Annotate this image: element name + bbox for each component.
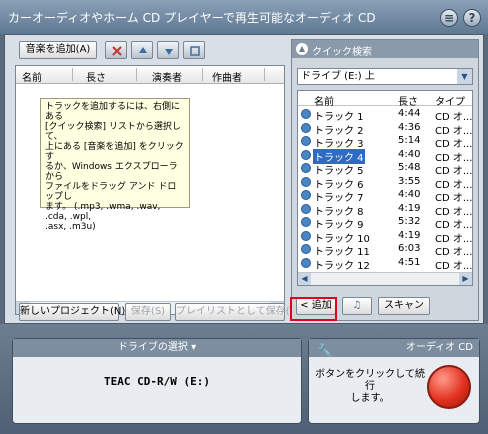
track-type: CD オ...	[435, 260, 473, 272]
cd-track-icon	[301, 176, 311, 187]
cd-track-icon	[301, 257, 311, 268]
add-tracks-hint: トラックを追加するには、右側にある [クイック検索] リストから選択して、 上に…	[40, 98, 190, 232]
column-name[interactable]: 名前	[313, 93, 335, 108]
drive-select-title: ドライブの選択	[117, 342, 188, 353]
track-length: 5:48	[398, 162, 421, 173]
column-type[interactable]: タイプ	[435, 93, 465, 108]
chevron-down-icon[interactable]: ▼	[457, 69, 472, 84]
cd-track-icon	[301, 122, 311, 133]
track-length: 3:55	[398, 175, 421, 187]
drive-name: TEAC CD-R/W (E:)	[104, 375, 210, 388]
project-track-list[interactable]: 名前 長さ 演奏者 作曲者 トラックを追加するには、右側にある [クイック検索]…	[15, 65, 285, 315]
scroll-left-icon[interactable]: ◀	[298, 273, 311, 285]
help-icon[interactable]: ?	[463, 9, 481, 27]
wrench-icon[interactable]: 🔧	[317, 341, 332, 359]
burn-panel: 🔧 オーディオ CD ボタンをクリックして続行 します。	[308, 338, 480, 424]
track-row[interactable]: トラック 11 6:03 CD オ...	[298, 243, 472, 258]
cd-track-icon	[301, 244, 311, 254]
column-length[interactable]: 長さ	[86, 69, 106, 84]
column-name[interactable]: 名前	[22, 69, 42, 84]
move-down-icon[interactable]	[157, 41, 179, 59]
new-project-button[interactable]: 新しいプロジェクト(N)	[19, 303, 125, 321]
track-length: 6:03	[398, 243, 421, 254]
column-separator	[202, 68, 203, 81]
burn-hint: ボタンをクリックして続行 します。	[315, 369, 425, 404]
track-row[interactable]: トラック 12 4:51 CD オ...	[298, 256, 473, 272]
add-music-button[interactable]: 音楽を追加(A)	[19, 41, 97, 59]
track-length: 4:51	[398, 256, 421, 268]
track-row[interactable]: トラック 6 3:55 CD オ...	[298, 175, 472, 191]
column-composer[interactable]: 作曲者	[212, 69, 242, 84]
track-list-scrollbar[interactable]: ◀ ▶	[298, 272, 472, 285]
burn-title: オーディオ CD	[405, 342, 473, 353]
column-length[interactable]: 長さ	[398, 93, 418, 108]
start-burn-button[interactable]	[427, 365, 471, 409]
burn-header: 🔧 オーディオ CD	[309, 339, 479, 357]
add-button-highlight	[290, 297, 337, 321]
track-length: 4:44	[398, 108, 421, 119]
cd-track-icon	[301, 149, 311, 160]
track-list-header: 名前 長さ タイプ	[298, 91, 472, 108]
quick-search-track-list[interactable]: 名前 長さ タイプ トラック 1 4:44 CD オ... トラック 2 4:36 CD …	[297, 90, 473, 286]
window-title: カーオーディオやホーム CD プレイヤーで再生可能なオーディオ CD	[8, 11, 376, 25]
track-row[interactable]: トラック 8 4:19 CD オ...	[298, 202, 472, 218]
save-as-playlist-button[interactable]: プレイリストとして保存(E)	[175, 303, 300, 321]
track-name: トラック 12	[314, 260, 370, 272]
chevron-down-icon: ▾	[191, 342, 197, 353]
track-length: 4:19	[398, 202, 421, 214]
track-length: 5:14	[398, 135, 421, 146]
drive-select-header[interactable]: ドライブの選択 ▾	[13, 339, 301, 357]
cd-track-icon	[301, 203, 311, 214]
main-panel: 音楽を追加(A) 名前 長さ 演奏者 作曲者 トラックを追加するには、右側にある…	[4, 34, 484, 324]
drive-select-value: ドライブ (E:) 上	[301, 71, 375, 82]
track-row[interactable]: トラック 1 4:44 CD オ...	[298, 108, 472, 123]
column-separator	[72, 68, 73, 81]
quick-search-panel: ▲ クイック検索 ドライブ (E:) 上 ▼ 名前 長さ タイプ トラック 14…	[291, 39, 479, 321]
drive-panel: ドライブの選択 ▾ TEAC CD-R/W (E:)	[12, 338, 302, 424]
remove-icon[interactable]	[105, 41, 127, 59]
scan-button[interactable]: スキャン	[378, 297, 430, 315]
quick-search-title: クイック検索	[312, 47, 372, 58]
track-row[interactable]: トラック 4 4:40 CD オ...	[298, 148, 472, 164]
track-row[interactable]: トラック 3 5:14 CD オ...	[298, 135, 472, 150]
track-length: 4:40	[398, 148, 421, 160]
cd-track-icon	[301, 217, 311, 227]
drive-select[interactable]: ドライブ (E:) 上 ▼	[297, 68, 473, 85]
quick-search-header: ▲ クイック検索	[292, 40, 478, 58]
track-length: 4:19	[398, 229, 421, 241]
cd-track-icon	[301, 230, 311, 241]
cd-track-icon	[301, 109, 311, 119]
scroll-right-icon[interactable]: ▶	[459, 273, 472, 285]
save-button[interactable]: 保存(S)	[125, 303, 171, 321]
track-row[interactable]: トラック 5 5:48 CD オ...	[298, 162, 472, 177]
track-row[interactable]: トラック 7 4:40 CD オ...	[298, 189, 472, 204]
track-row[interactable]: トラック 10 4:19 CD オ...	[298, 229, 472, 245]
properties-icon[interactable]	[183, 41, 205, 59]
column-separator	[136, 68, 137, 81]
track-row[interactable]: トラック 2 4:36 CD オ...	[298, 121, 472, 137]
collapse-icon[interactable]: ▲	[296, 43, 308, 55]
track-row[interactable]: トラック 9 5:32 CD オ...	[298, 216, 472, 231]
cd-track-icon	[301, 136, 311, 146]
title-bar: カーオーディオやホーム CD プレイヤーで再生可能なオーディオ CD ≡ ?	[0, 0, 488, 34]
menu-icon[interactable]: ≡	[440, 9, 458, 27]
column-separator	[264, 68, 265, 81]
track-length: 4:40	[398, 189, 421, 200]
column-performer[interactable]: 演奏者	[152, 69, 182, 84]
bottom-bar: ドライブの選択 ▾ TEAC CD-R/W (E:) 🔧 オーディオ CD ボタ…	[0, 324, 488, 434]
track-length: 5:32	[398, 216, 421, 227]
list-header: 名前 長さ 演奏者 作曲者	[16, 66, 284, 84]
music-note-button[interactable]: ♫	[342, 297, 372, 315]
move-up-icon[interactable]	[131, 41, 153, 59]
cd-track-icon	[301, 190, 311, 200]
music-note-icon: ♫	[352, 300, 362, 311]
track-length: 4:36	[398, 121, 421, 133]
cd-track-icon	[301, 163, 311, 173]
